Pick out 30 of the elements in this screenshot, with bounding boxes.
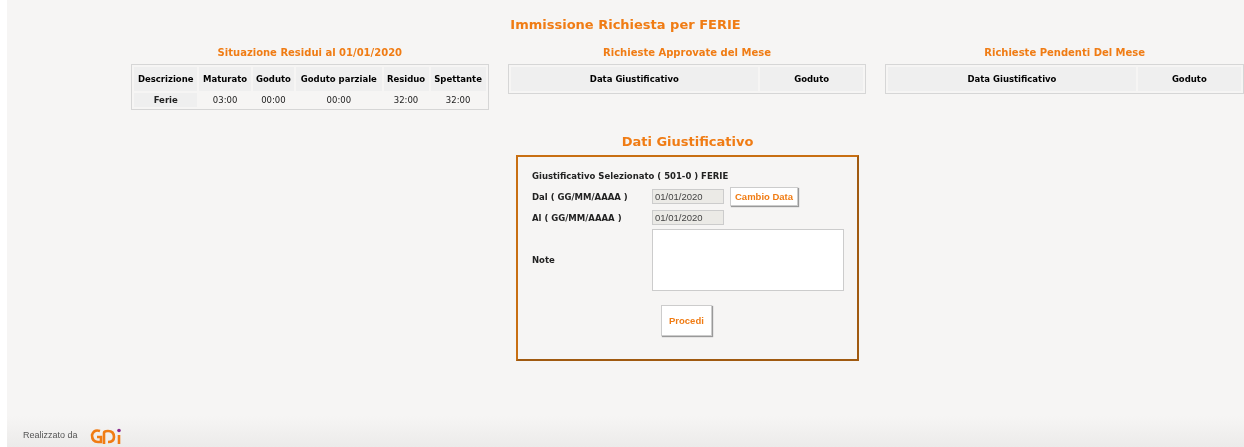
column-header: Goduto parziale bbox=[296, 67, 382, 91]
table-cell-text: 03:00 bbox=[211, 94, 239, 107]
field-label: Note bbox=[532, 255, 556, 265]
date-field[interactable]: 01/01/2020 bbox=[652, 210, 724, 225]
section-title: Dati Giustificativo bbox=[620, 134, 755, 151]
column-header: Goduto bbox=[759, 67, 864, 91]
column-header: Goduto bbox=[252, 67, 295, 91]
column-header: Residuo bbox=[383, 67, 429, 91]
column-header: Goduto bbox=[1137, 67, 1241, 91]
page-title: Immissione Richiesta per FERIE bbox=[509, 17, 742, 34]
field-label: Dal ( GG/MM/AAAA ) bbox=[532, 191, 629, 202]
note-field[interactable] bbox=[652, 229, 844, 291]
column-header: Maturato bbox=[199, 67, 251, 91]
table-cell-text: 32:00 bbox=[444, 94, 472, 107]
table-cell: Ferie bbox=[134, 93, 198, 107]
table-cell-text: 32:00 bbox=[392, 94, 420, 107]
date-field[interactable]: 01/01/2020 bbox=[652, 189, 724, 204]
column-header: Descrizione bbox=[134, 67, 198, 91]
table-cell-text: 00:00 bbox=[325, 94, 353, 107]
footer-text: Realizzato da bbox=[23, 430, 78, 442]
selected-label: Giustificativo Selezionato ( 501-0 ) FERIE bbox=[532, 171, 730, 181]
column-header: Data Giustificativo bbox=[510, 67, 758, 91]
field-label: Al ( GG/MM/AAAA ) bbox=[532, 212, 623, 223]
section-title: Richieste Pendenti Del Mese bbox=[983, 46, 1147, 60]
logo-icon bbox=[89, 427, 124, 445]
table-cell-text: 00:00 bbox=[260, 94, 287, 107]
column-header: Spettante bbox=[430, 67, 486, 91]
section-title: Richieste Approvate del Mese bbox=[602, 46, 772, 60]
section-title: Situazione Residui al 01/01/2020 bbox=[216, 46, 404, 60]
column-header: Data Giustificativo bbox=[888, 67, 1136, 91]
